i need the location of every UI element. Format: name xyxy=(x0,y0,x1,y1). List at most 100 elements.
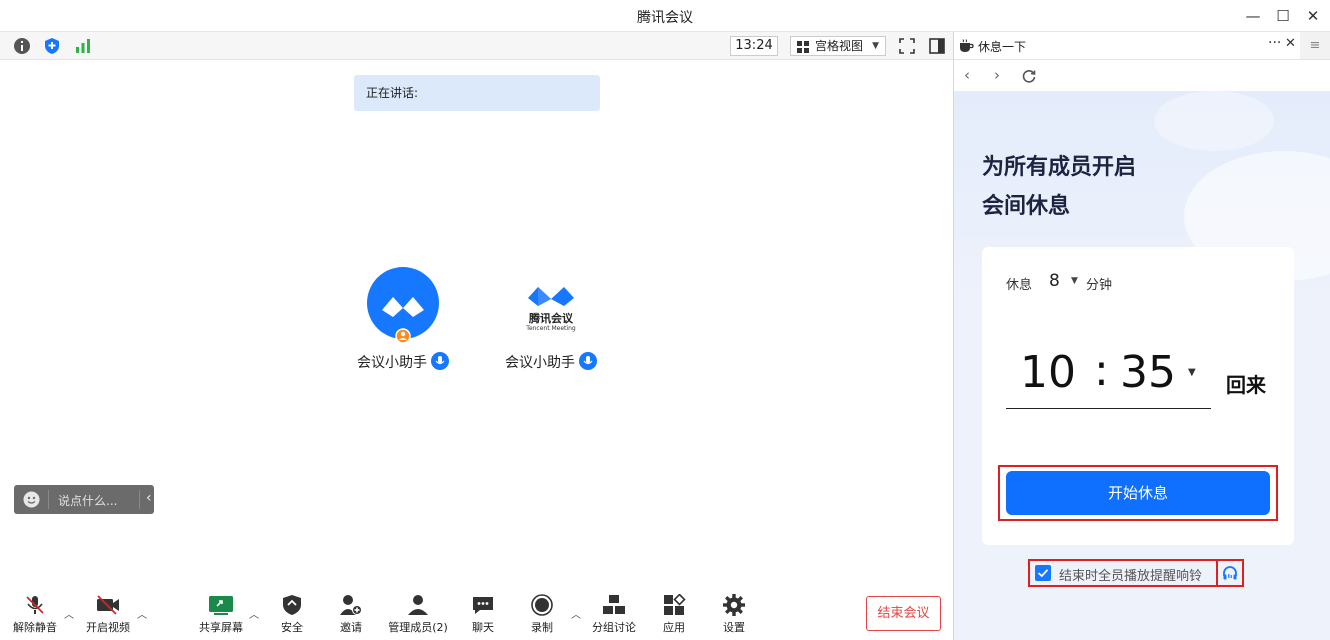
sidebar-toggle-icon[interactable] xyxy=(928,37,946,55)
meeting-duration: 13:24 xyxy=(730,36,778,56)
gear-icon xyxy=(723,594,745,616)
panel-close-icon[interactable]: ✕ xyxy=(1285,36,1296,51)
panel-nav: ‹ › xyxy=(954,61,1330,91)
meeting-stage: 正在讲话: 会议小助手 腾讯会议 Tencent Meeting 会议小助手 说… xyxy=(0,61,953,640)
breakout-rooms-button[interactable]: 分组讨论 xyxy=(583,594,645,635)
view-mode-label: 宫格视图 xyxy=(815,39,864,53)
shield-icon[interactable] xyxy=(43,37,61,55)
close-button[interactable]: ✕ xyxy=(1304,7,1322,25)
manage-members-button[interactable]: 管理成员(2) xyxy=(386,594,450,635)
forward-icon[interactable]: › xyxy=(994,66,1000,84)
bottom-control-bar: 解除静音 ︿ 开启视频 ︿ 共享屏幕 ︿ 安全 邀请 管理成员(2) 聊天 录制… xyxy=(0,588,953,640)
video-button[interactable]: 开启视频 xyxy=(77,594,139,635)
logo-text: 腾讯会议 xyxy=(529,312,573,325)
maximize-button[interactable]: ☐ xyxy=(1274,7,1292,25)
meeting-toolbar: 13:24 宫格视图 ▼ xyxy=(0,32,953,60)
view-mode-dropdown[interactable]: 宫格视图 ▼ xyxy=(790,36,886,56)
participant-tile[interactable]: 腾讯会议 Tencent Meeting 会议小助手 xyxy=(496,266,606,372)
security-label: 安全 xyxy=(281,621,303,634)
rest-unit-label: 分钟 xyxy=(1086,278,1113,293)
decoration xyxy=(1154,91,1274,151)
minimize-button[interactable]: — xyxy=(1244,7,1262,25)
quick-chat-input[interactable]: 说点什么... ‹ xyxy=(14,485,154,514)
panel-tab-title: 休息一下 xyxy=(978,40,1027,54)
collapse-icon[interactable]: ‹ xyxy=(146,490,152,506)
mic-muted-icon xyxy=(26,596,44,614)
settings-button[interactable]: 设置 xyxy=(703,594,765,635)
return-minute: 35 xyxy=(1120,347,1176,398)
share-screen-button[interactable]: 共享屏幕 xyxy=(190,594,252,635)
panel-tab: 休息一下 ··· ✕ xyxy=(954,32,1300,60)
share-options-chevron[interactable]: ︿ xyxy=(249,606,259,621)
unmute-label: 解除静音 xyxy=(13,621,57,634)
audio-options-chevron[interactable]: ︿ xyxy=(64,606,74,621)
refresh-icon[interactable] xyxy=(1021,68,1037,84)
headphones-icon[interactable] xyxy=(1222,565,1238,581)
record-options-chevron[interactable]: ︿ xyxy=(571,606,581,621)
settings-label: 设置 xyxy=(723,621,745,634)
chevron-down-icon[interactable]: ▼ xyxy=(1188,367,1196,378)
video-label: 开启视频 xyxy=(86,621,130,634)
chevron-down-icon[interactable]: ▼ xyxy=(1071,276,1078,286)
rest-label: 休息 xyxy=(1006,278,1033,293)
logo-subtext: Tencent Meeting xyxy=(526,325,576,332)
panel-heading-line2: 会间休息 xyxy=(982,194,1071,219)
mic-icon xyxy=(431,352,449,370)
speaking-indicator: 正在讲话: xyxy=(354,75,600,111)
panel-menu-icon[interactable]: ≡ xyxy=(1300,32,1330,60)
window-title: 腾讯会议 xyxy=(637,10,693,26)
share-screen-icon xyxy=(209,596,233,615)
title-bar: 腾讯会议 — ☐ ✕ xyxy=(0,0,1330,32)
panel-heading-line1: 为所有成员开启 xyxy=(982,155,1137,180)
return-hour: 10 xyxy=(1020,347,1076,398)
invite-user-icon xyxy=(340,595,362,615)
start-break-button[interactable]: 开始休息 xyxy=(1006,471,1270,515)
participant-tile[interactable]: 会议小助手 xyxy=(348,266,458,372)
time-separator: : xyxy=(1094,345,1109,396)
ring-checkbox[interactable] xyxy=(1035,565,1051,581)
record-button[interactable]: 录制 xyxy=(511,594,573,635)
share-screen-label: 共享屏幕 xyxy=(199,621,243,634)
participant-name: 会议小助手 xyxy=(357,355,427,371)
rest-minutes-select[interactable]: 8 xyxy=(1049,271,1060,291)
members-icon xyxy=(408,595,428,615)
chevron-down-icon: ▼ xyxy=(872,41,879,51)
emoji-icon[interactable] xyxy=(23,491,40,508)
security-button[interactable]: 安全 xyxy=(261,594,323,635)
record-icon xyxy=(531,594,553,616)
chat-label: 聊天 xyxy=(472,621,494,634)
back-icon[interactable]: ‹ xyxy=(964,66,970,84)
manage-members-label: 管理成员(2) xyxy=(388,621,448,634)
tencent-meeting-logo xyxy=(528,287,574,306)
breakout-label: 分组讨论 xyxy=(592,621,636,634)
apps-icon xyxy=(664,594,686,615)
security-shield-icon xyxy=(283,595,301,615)
mic-icon xyxy=(579,352,597,370)
breakout-icon xyxy=(603,595,625,614)
chat-button[interactable]: 聊天 xyxy=(452,594,514,635)
return-time-select[interactable]: 10 : 35 xyxy=(1006,345,1211,409)
signal-icon[interactable] xyxy=(74,37,92,55)
invite-button[interactable]: 邀请 xyxy=(320,594,382,635)
participant-name: 会议小助手 xyxy=(505,355,575,371)
camera-off-icon xyxy=(97,595,119,615)
end-meeting-button[interactable]: 结束会议 xyxy=(866,596,941,631)
more-options-icon[interactable]: ··· xyxy=(1268,35,1281,51)
video-options-chevron[interactable]: ︿ xyxy=(137,606,147,621)
info-icon[interactable] xyxy=(13,37,31,55)
avatar xyxy=(367,267,439,344)
coffee-cup-icon xyxy=(960,39,974,52)
record-label: 录制 xyxy=(531,621,553,634)
apps-label: 应用 xyxy=(663,621,685,634)
invite-label: 邀请 xyxy=(340,621,362,634)
break-panel: 为所有成员开启 会间休息 休息 8 ▼ 分钟 10 : 35 ▼ 回来 xyxy=(954,91,1330,640)
ring-label: 结束时全员播放提醒响铃 xyxy=(1059,569,1203,584)
fullscreen-icon[interactable] xyxy=(898,37,916,55)
grid-icon xyxy=(797,41,809,53)
apps-button[interactable]: 应用 xyxy=(643,594,705,635)
return-label: 回来 xyxy=(1226,373,1266,397)
chat-placeholder: 说点什么... xyxy=(58,494,118,508)
chat-icon xyxy=(473,597,493,614)
check-icon xyxy=(1037,569,1049,578)
unmute-button[interactable]: 解除静音 xyxy=(4,594,66,635)
